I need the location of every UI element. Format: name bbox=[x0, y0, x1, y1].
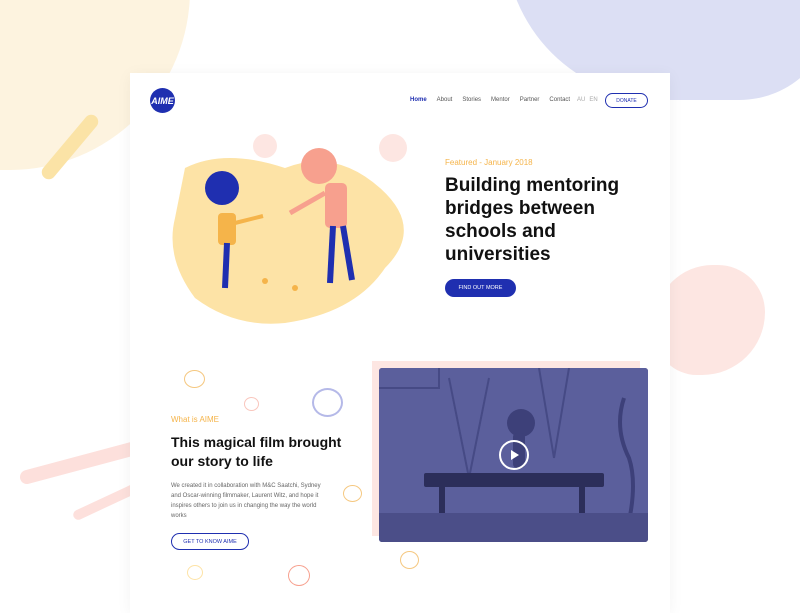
main-nav: Home About Stories Mentor Partner Contac… bbox=[410, 97, 570, 103]
decor-circle bbox=[288, 565, 310, 586]
hero-illustration bbox=[172, 134, 407, 324]
logo[interactable]: AIME bbox=[150, 88, 175, 113]
nav-item-contact[interactable]: Contact bbox=[549, 97, 570, 103]
section-title: This magical film brought our story to l… bbox=[171, 434, 342, 469]
lang-en[interactable]: EN bbox=[589, 97, 597, 103]
decor-circle bbox=[312, 388, 343, 417]
get-to-know-button[interactable]: GET TO KNOW AIME bbox=[171, 533, 249, 550]
donate-button[interactable]: DONATE bbox=[605, 93, 648, 108]
language-switcher: AU EN bbox=[577, 97, 598, 103]
find-out-more-button[interactable]: FIND OUT MORE bbox=[445, 279, 516, 297]
section-body: We created it in collaboration with M&C … bbox=[171, 483, 321, 519]
play-button[interactable] bbox=[499, 440, 529, 470]
nav-item-mentor[interactable]: Mentor bbox=[491, 97, 510, 103]
nav-item-about[interactable]: About bbox=[437, 97, 453, 103]
decor-circle bbox=[184, 370, 205, 388]
play-icon bbox=[511, 450, 519, 460]
lang-au[interactable]: AU bbox=[577, 97, 585, 103]
decor-circle bbox=[343, 485, 362, 502]
hero-title: Building mentoring bridges between schoo… bbox=[445, 175, 620, 265]
section-label: What is AIME bbox=[171, 415, 220, 424]
featured-label: Featured - January 2018 bbox=[445, 158, 533, 167]
nav-item-partner[interactable]: Partner bbox=[520, 97, 540, 103]
decor-circle bbox=[400, 551, 419, 569]
decor-circle bbox=[187, 565, 203, 580]
nav-item-home[interactable]: Home bbox=[410, 97, 427, 103]
decor-circle bbox=[244, 397, 259, 411]
background-stroke-pink bbox=[18, 438, 148, 486]
background-blob-pink bbox=[655, 265, 765, 375]
nav-item-stories[interactable]: Stories bbox=[462, 97, 481, 103]
